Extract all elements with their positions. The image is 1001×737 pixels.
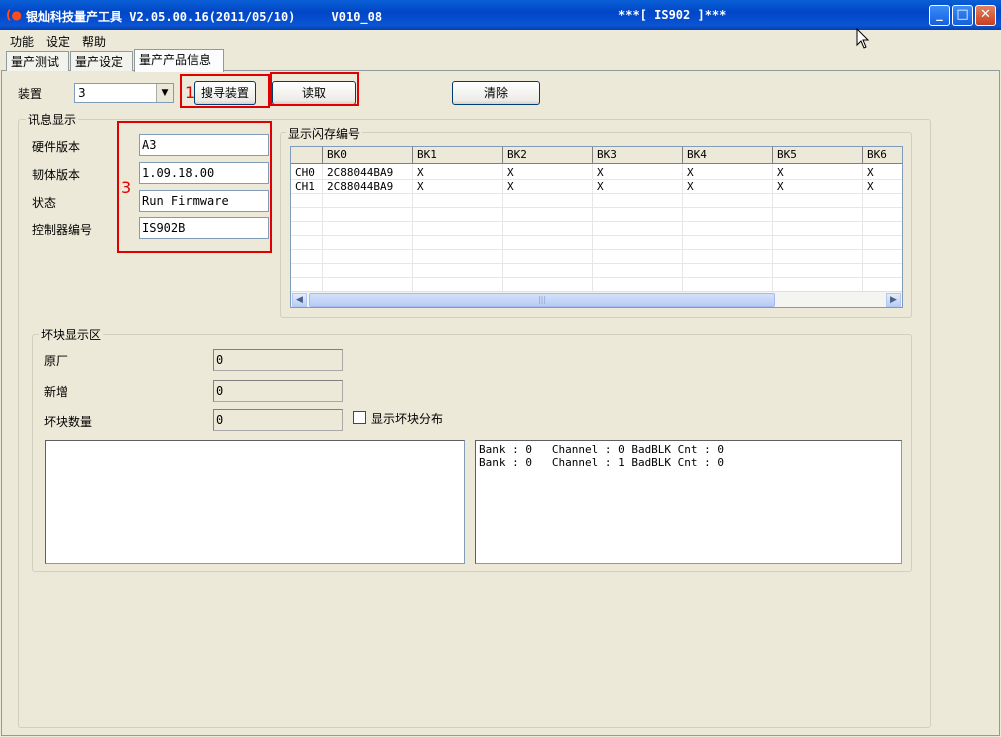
bad-block-title: 坏块显示区 [39, 326, 104, 343]
minimize-button[interactable]: _ [929, 5, 950, 26]
grid-cell: X [417, 166, 424, 179]
close-icon: ✕ [980, 7, 991, 22]
tab-production-settings[interactable]: 量产设定 [70, 51, 133, 71]
grid-cell: X [597, 166, 604, 179]
bad-block-label: 原厂 [44, 354, 69, 368]
grid-cell: X [687, 180, 694, 193]
grid-cell: X [867, 180, 874, 193]
tab-product-info[interactable]: 量产产品信息 [134, 49, 224, 72]
info-display-title: 讯息显示 [26, 111, 79, 128]
info-label: 硬件版本 [32, 140, 81, 154]
device-select-value: 3 [78, 86, 86, 100]
grid-line [291, 235, 902, 236]
bad-block-label: 坏块数量 [44, 415, 93, 429]
minimize-icon: _ [936, 7, 943, 22]
bad-block-count-field[interactable]: 0 [213, 409, 343, 431]
bad-block-map-area[interactable] [45, 440, 465, 564]
info-label: 韧体版本 [32, 168, 81, 182]
flash-id-title: 显示闪存编号 [286, 125, 363, 142]
close-button[interactable]: ✕ [975, 5, 996, 26]
grid-column-header: BK6 [863, 147, 902, 164]
grid-line [291, 221, 902, 222]
grid-cell: X [417, 180, 424, 193]
maximize-icon: □ [956, 7, 969, 22]
horizontal-scrollbar[interactable]: ◀ ||| ▶ [291, 291, 902, 307]
grid-cell: X [777, 180, 784, 193]
annotation-box [180, 74, 270, 108]
grid-cell: 2C88044BA9 [327, 180, 394, 193]
tab-label: 量产测试 [11, 55, 60, 69]
clear-button[interactable]: 清除 [452, 81, 540, 105]
grid-line [291, 263, 902, 264]
window-center-title: ***[ IS902 ]*** [618, 8, 727, 22]
grid-column-header [291, 147, 323, 164]
grid-line [291, 207, 902, 208]
grid-cell: X [777, 166, 784, 179]
grid-cell: 2C88044BA9 [327, 166, 394, 179]
info-label: 控制器编号 [32, 223, 93, 237]
annotation-box [270, 72, 359, 106]
annotation-box [117, 121, 272, 253]
grid-line [291, 277, 902, 278]
device-select[interactable]: 3 ▼ [74, 83, 174, 103]
flash-id-grid[interactable]: BK0 BK1 BK2 BK3 BK4 BK5 BK6 CH0 2C88044B… [290, 146, 903, 308]
menu-bar [0, 30, 1001, 50]
app-logo-icon: (● [6, 8, 22, 22]
tab-label: 量产产品信息 [139, 53, 212, 67]
title-bar[interactable]: (● 银灿科技量产工具 V2.05.00.16(2011/05/10) V010… [0, 0, 1001, 30]
grid-cell: X [507, 166, 514, 179]
menu-function[interactable]: 功能 [10, 33, 34, 50]
maximize-button[interactable]: □ [952, 5, 973, 26]
new-bad-block-field[interactable]: 0 [213, 380, 343, 402]
log-line: Bank : 0 Channel : 1 BadBLK Cnt : 0 [479, 456, 725, 469]
grid-cell: CH1 [295, 180, 315, 193]
info-label: 状态 [32, 196, 57, 210]
annotation-number: 3 [121, 178, 132, 197]
grid-column-header: BK1 [413, 147, 503, 164]
grid-column-header: BK2 [503, 147, 593, 164]
scroll-left-icon[interactable]: ◀ [292, 293, 307, 307]
grid-cell: X [867, 166, 874, 179]
grid-column-header: BK3 [593, 147, 683, 164]
device-label: 装置 [18, 87, 43, 101]
grid-cell: X [687, 166, 694, 179]
grid-column-header: BK4 [683, 147, 773, 164]
grid-line [291, 249, 902, 250]
menu-settings[interactable]: 设定 [46, 33, 70, 50]
scroll-right-icon[interactable]: ▶ [886, 293, 901, 307]
bad-block-label: 新增 [44, 385, 69, 399]
grid-cell: X [507, 180, 514, 193]
tab-production-test[interactable]: 量产测试 [6, 51, 69, 71]
chevron-down-icon[interactable]: ▼ [156, 84, 173, 102]
factory-bad-block-field[interactable]: 0 [213, 349, 343, 371]
grid-column-header: BK0 [323, 147, 413, 164]
log-line: Bank : 0 Channel : 0 BadBLK Cnt : 0 [479, 443, 725, 456]
show-bad-block-checkbox[interactable] [353, 411, 366, 424]
tab-label: 量产设定 [75, 55, 124, 69]
grid-column-header: BK5 [773, 147, 863, 164]
grid-cell: X [597, 180, 604, 193]
grid-cell: CH0 [295, 166, 315, 179]
menu-help[interactable]: 帮助 [82, 33, 106, 50]
show-bad-block-label: 显示坏块分布 [371, 412, 444, 426]
mouse-cursor-icon [856, 28, 870, 49]
bad-block-log-area[interactable]: Bank : 0 Channel : 0 BadBLK Cnt : 0 Bank… [475, 440, 902, 564]
scroll-thumb[interactable]: ||| [309, 293, 775, 307]
window-title: 银灿科技量产工具 V2.05.00.16(2011/05/10) V010_08 [26, 10, 383, 24]
